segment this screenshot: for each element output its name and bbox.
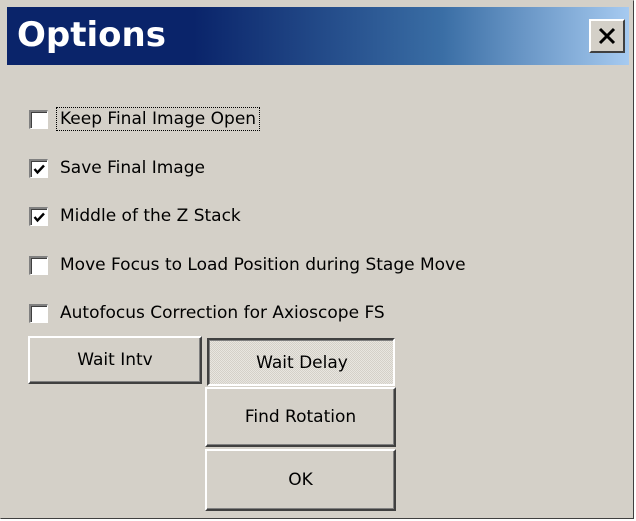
checkmark-icon — [33, 212, 45, 222]
button-label: OK — [288, 470, 313, 490]
button-label: Wait Intv — [77, 350, 153, 370]
button-label: Find Rotation — [244, 407, 357, 427]
title-bar[interactable]: Options — [7, 7, 629, 65]
checkbox-move-focus-load-position[interactable]: Move Focus to Load Position during Stage… — [29, 251, 466, 279]
checkbox-middle-of-z-stack[interactable]: Middle of the Z Stack — [29, 202, 241, 230]
checkbox-label: Keep Final Image Open — [55, 107, 261, 131]
checkbox-box[interactable] — [29, 303, 48, 323]
checkmark-icon — [33, 164, 45, 174]
checkbox-box[interactable] — [29, 109, 48, 129]
checkbox-keep-final-image-open[interactable]: Keep Final Image Open — [29, 105, 261, 133]
checkbox-label: Middle of the Z Stack — [60, 206, 241, 226]
ok-button[interactable]: OK — [205, 449, 396, 511]
checkbox-autofocus-correction[interactable]: Autofocus Correction for Axioscope FS — [29, 299, 385, 327]
find-rotation-button[interactable]: Find Rotation — [205, 387, 396, 447]
checkbox-box[interactable] — [29, 255, 48, 275]
checkbox-box[interactable] — [29, 206, 48, 226]
wait-delay-button[interactable]: Wait Delay — [207, 338, 395, 386]
checkbox-label: Move Focus to Load Position during Stage… — [60, 255, 466, 275]
checkbox-label: Save Final Image — [60, 158, 205, 178]
button-label: Wait Delay — [256, 353, 348, 373]
checkbox-save-final-image[interactable]: Save Final Image — [29, 154, 205, 182]
checkbox-box[interactable] — [29, 158, 48, 178]
wait-intv-button[interactable]: Wait Intv — [28, 336, 202, 384]
close-x-icon — [598, 27, 616, 45]
dialog-title: Options — [17, 15, 166, 55]
options-dialog: Options Keep Final Image Open Save Final… — [0, 0, 634, 519]
close-button[interactable] — [589, 19, 625, 53]
checkbox-label: Autofocus Correction for Axioscope FS — [60, 303, 385, 323]
